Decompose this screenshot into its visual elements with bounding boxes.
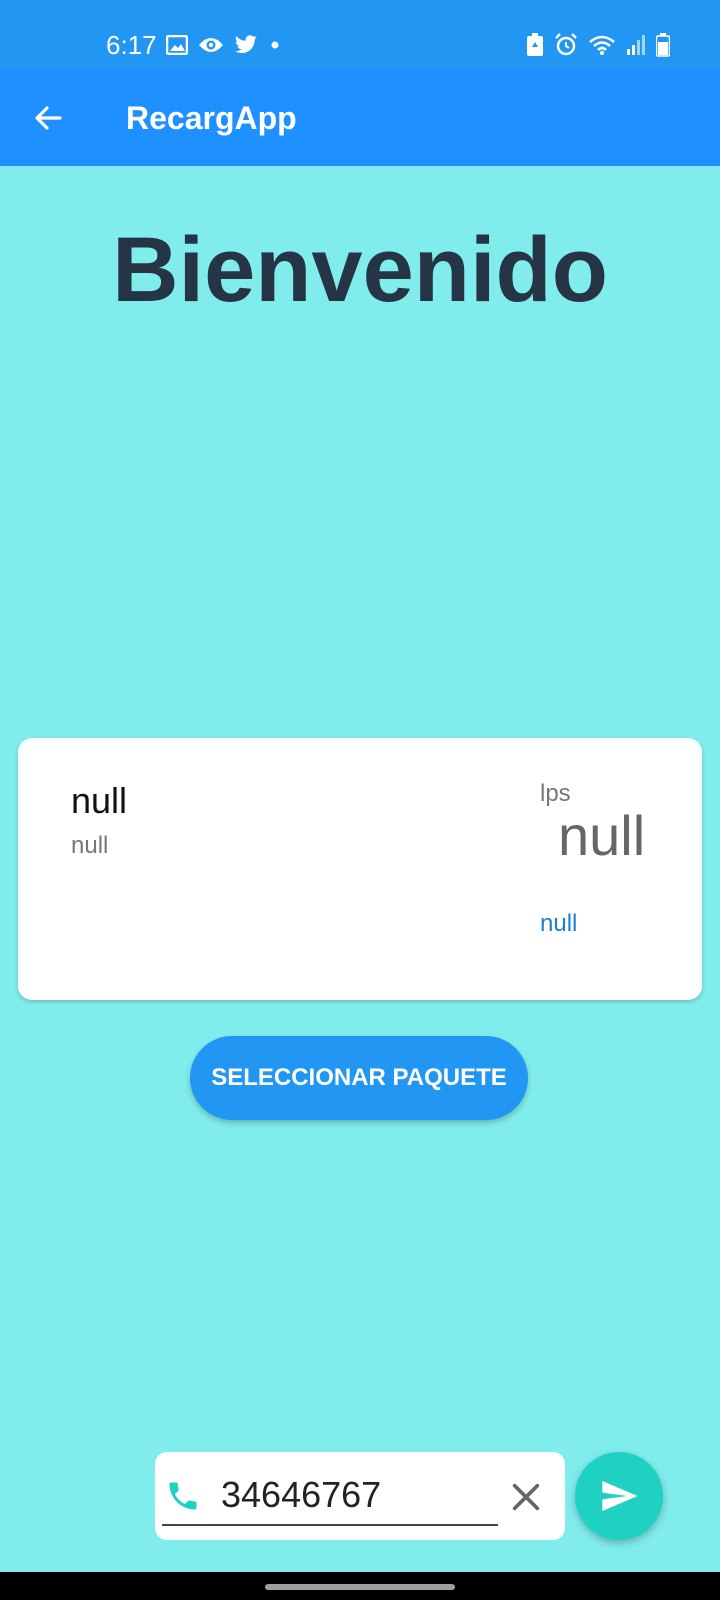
status-bar: 6:17	[0, 0, 720, 68]
alarm-icon	[555, 33, 577, 56]
package-validity: null	[540, 910, 578, 937]
app-title: RecargApp	[126, 100, 297, 136]
wifi-icon	[589, 35, 615, 55]
signal-icon	[627, 35, 645, 55]
package-price: null	[558, 804, 646, 867]
package-description: null	[71, 832, 109, 859]
package-card: null null lps null null	[18, 738, 702, 1000]
battery-icon	[656, 33, 670, 57]
back-button[interactable]	[22, 92, 74, 144]
phone-input[interactable]: 34646767	[221, 1474, 381, 1516]
select-package-button[interactable]: SELECCIONAR PAQUETE	[190, 1036, 528, 1120]
home-handle[interactable]	[265, 1584, 455, 1590]
arrow-back-icon	[35, 106, 62, 130]
send-button[interactable]	[575, 1452, 663, 1540]
image-icon	[166, 35, 188, 55]
battery-saver-icon	[527, 33, 543, 56]
package-name: null	[71, 780, 128, 821]
app-bar: RecargApp	[0, 68, 720, 166]
eye-icon	[199, 38, 223, 52]
twitter-icon	[234, 35, 257, 53]
status-right-icons	[526, 30, 670, 60]
close-icon[interactable]	[509, 1480, 543, 1514]
phone-input-box: 34646767	[155, 1452, 565, 1540]
phone-icon	[169, 1482, 197, 1510]
dot-icon	[271, 41, 279, 49]
status-time: 6:17	[106, 30, 157, 60]
status-left-icons	[166, 30, 282, 60]
send-icon	[602, 1481, 638, 1511]
phone-input-underline	[162, 1524, 498, 1526]
welcome-title: Bienvenido	[112, 219, 608, 321]
